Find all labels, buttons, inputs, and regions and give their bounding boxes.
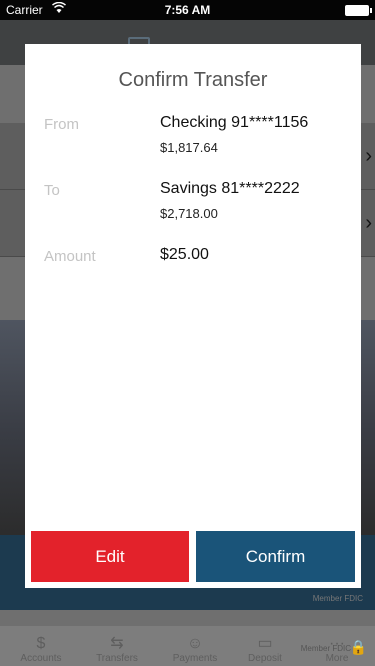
from-balance: $1,817.64 [160, 140, 218, 155]
from-account: Checking 91****1156 [160, 114, 309, 131]
amount-label: Amount [44, 248, 96, 265]
amount-value: $25.00 [160, 246, 209, 263]
lock-icon: 🔒 [349, 639, 367, 655]
edit-button[interactable]: Edit [31, 531, 189, 582]
chevron-right-icon: › [365, 145, 372, 167]
transfer-icon: ⇆ [110, 635, 124, 652]
fdic-text: Member FDIC [300, 644, 351, 653]
fdic-text-bg: Member FDIC [312, 594, 363, 603]
tab-accounts: $ Accounts [8, 635, 74, 664]
tab-payments: ☺ Payments [162, 635, 228, 664]
deposit-icon: ▭ [257, 635, 273, 652]
confirm-transfer-dialog: Confirm Transfer From Checking 91****115… [25, 44, 361, 588]
dialog-title: Confirm Transfer [118, 69, 268, 91]
to-label: To [44, 182, 60, 199]
status-bar: Carrier 7:56 AM [0, 0, 375, 20]
tab-deposit: ▭ Deposit [232, 633, 298, 664]
payments-icon: ☺ [186, 635, 204, 652]
chevron-right-icon: › [365, 212, 372, 234]
confirm-button[interactable]: Confirm [196, 531, 355, 582]
clock: 7:56 AM [164, 3, 211, 17]
tab-bar: $ Accounts ⇆ Transfers ☺ Payments ▭ Deposit … [0, 626, 375, 666]
tab-transfers: ⇆ Transfers [84, 633, 150, 664]
to-account: Savings 81****2222 [160, 180, 300, 197]
to-balance: $2,718.00 [160, 206, 218, 221]
dollar-icon: $ [36, 635, 46, 652]
from-label: From [44, 116, 79, 133]
battery-icon [345, 5, 372, 16]
